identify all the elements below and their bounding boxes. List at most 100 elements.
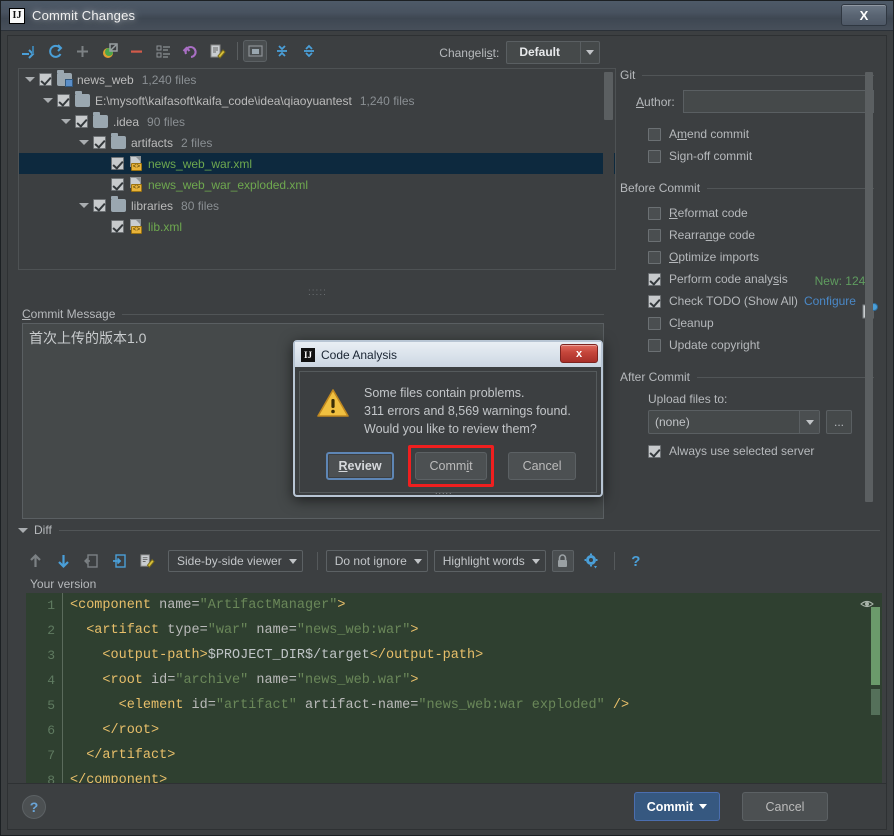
- expand-all-icon[interactable]: [270, 40, 294, 62]
- apply-right-icon[interactable]: [106, 549, 132, 573]
- table-row[interactable]: artifacts 2 files: [19, 132, 615, 153]
- table-row[interactable]: E:\mysoft\kaifasoft\kaifa_code\idea\qiao…: [19, 90, 615, 111]
- cancel-button[interactable]: Cancel: [742, 792, 828, 821]
- node-count: 80 files: [181, 198, 220, 213]
- table-row[interactable]: <> news_web_war.xml: [19, 153, 615, 174]
- next-difference-icon[interactable]: [50, 549, 76, 573]
- row-checkbox[interactable]: [93, 136, 106, 149]
- chevron-down-icon[interactable]: [799, 411, 819, 433]
- amend-commit-label: Amend commit: [669, 127, 750, 141]
- rollback-icon[interactable]: [178, 40, 202, 62]
- update-copyright-option[interactable]: Update copyright: [648, 334, 874, 356]
- amend-commit-option[interactable]: Amend commit: [648, 123, 874, 145]
- table-row[interactable]: <> news_web_war_exploded.xml: [19, 174, 615, 195]
- signoff-commit-option[interactable]: Sign-off commit: [648, 145, 874, 167]
- collapse-all-icon[interactable]: [297, 40, 321, 62]
- rearrange-code-option[interactable]: Rearrange code: [648, 224, 874, 246]
- edit-source-icon[interactable]: [134, 549, 160, 573]
- always-use-server-option[interactable]: Always use selected server: [648, 440, 874, 462]
- row-checkbox[interactable]: [75, 115, 88, 128]
- warning-icon: [316, 388, 350, 423]
- chevron-down-icon[interactable]: [23, 69, 37, 90]
- apply-left-icon[interactable]: [78, 549, 104, 573]
- changes-tree[interactable]: news_web 1,240 files E:\mysoft\kaifasoft…: [18, 68, 616, 270]
- always-use-server-checkbox[interactable]: [648, 444, 661, 458]
- modal-close-button[interactable]: x: [560, 344, 598, 363]
- code-line: <artifact type="war" name="news_web:war"…: [86, 623, 419, 638]
- code-scrollbar[interactable]: [871, 607, 880, 727]
- row-checkbox[interactable]: [57, 94, 70, 107]
- optimize-imports-checkbox[interactable]: [648, 250, 661, 264]
- question-icon[interactable]: ?: [623, 549, 649, 573]
- cleanup-option[interactable]: Cleanup: [648, 312, 874, 334]
- help-button[interactable]: ?: [22, 795, 46, 819]
- commit-button[interactable]: Commit: [634, 792, 720, 821]
- show-diff-icon[interactable]: [16, 40, 40, 62]
- chevron-down-icon[interactable]: [59, 111, 73, 132]
- row-checkbox[interactable]: [111, 157, 124, 170]
- options-scrollbar[interactable]: [864, 72, 874, 520]
- viewer-mode-dropdown[interactable]: Side-by-side viewer: [168, 550, 303, 572]
- code-line: <element id="artifact" artifact-name="ne…: [118, 698, 630, 713]
- tree-scrollbar[interactable]: [603, 70, 614, 269]
- row-checkbox[interactable]: [111, 220, 124, 233]
- window-close-button[interactable]: X: [841, 4, 887, 26]
- add-icon[interactable]: [70, 40, 94, 62]
- check-todo-option[interactable]: Check TODO (Show All) Configure: [648, 290, 874, 312]
- chevron-down-icon[interactable]: [18, 527, 28, 533]
- amend-commit-checkbox[interactable]: [648, 127, 661, 141]
- splitter-handle[interactable]: :::::: [308, 288, 332, 298]
- review-button[interactable]: Review: [326, 452, 395, 480]
- divider: [707, 187, 874, 189]
- refresh-icon[interactable]: [43, 40, 67, 62]
- reformat-code-option[interactable]: Reformat code: [648, 202, 874, 224]
- gear-icon[interactable]: [578, 549, 604, 573]
- window-title: Commit Changes: [32, 8, 136, 23]
- signoff-commit-checkbox[interactable]: [648, 149, 661, 163]
- chevron-down-icon[interactable]: [77, 132, 91, 153]
- upload-browse-button[interactable]: ...: [826, 410, 852, 434]
- table-row[interactable]: .idea 90 files: [19, 111, 615, 132]
- configure-link[interactable]: Configure: [804, 294, 856, 308]
- update-copyright-label: Update copyright: [669, 338, 760, 352]
- check-todo-checkbox[interactable]: [648, 294, 661, 308]
- check-todo-label: Check TODO (Show All): [669, 294, 798, 308]
- table-row[interactable]: news_web 1,240 files: [19, 69, 615, 90]
- row-checkbox[interactable]: [111, 178, 124, 191]
- author-field[interactable]: [682, 90, 874, 113]
- chevron-down-icon[interactable]: [77, 195, 91, 216]
- perform-code-analysis-checkbox[interactable]: [648, 272, 661, 286]
- upload-server-dropdown[interactable]: (none): [648, 410, 820, 434]
- lock-icon[interactable]: [551, 550, 574, 572]
- chevron-down-icon[interactable]: [41, 90, 55, 111]
- reformat-code-checkbox[interactable]: [648, 206, 661, 220]
- whitespace-mode-dropdown[interactable]: Do not ignore: [325, 550, 428, 572]
- row-checkbox[interactable]: [93, 199, 106, 212]
- edit-source-icon[interactable]: [205, 40, 229, 62]
- previous-difference-icon[interactable]: [22, 549, 48, 573]
- optimize-imports-option[interactable]: Optimize imports: [648, 246, 874, 268]
- diff-code-editor[interactable]: 1 2 3 4 5 6 7 8 <component name="Artifac…: [26, 593, 882, 805]
- commit-message-text: 首次上传的版本1.0: [29, 330, 147, 346]
- table-row[interactable]: libraries 80 files: [19, 195, 615, 216]
- highlight-mode-dropdown[interactable]: Highlight words: [433, 550, 546, 572]
- folder-icon: [111, 196, 126, 212]
- new-changelist-icon[interactable]: [151, 40, 175, 62]
- move-to-changelist-icon[interactable]: [97, 40, 121, 62]
- divider: [122, 313, 604, 315]
- modal-resize-grip[interactable]: .....: [435, 486, 453, 496]
- row-checkbox[interactable]: [39, 73, 52, 86]
- perform-code-analysis-option[interactable]: Perform code analysis: [648, 268, 874, 290]
- group-by-directory-icon[interactable]: [243, 40, 267, 62]
- diff-section-header[interactable]: Diff: [18, 523, 880, 537]
- cleanup-checkbox[interactable]: [648, 316, 661, 330]
- rearrange-code-checkbox[interactable]: [648, 228, 661, 242]
- update-copyright-checkbox[interactable]: [648, 338, 661, 352]
- window-title-bar: IJ Commit Changes X: [1, 1, 893, 31]
- delete-icon[interactable]: [124, 40, 148, 62]
- table-row[interactable]: <> lib.xml: [19, 216, 615, 237]
- changelist-dropdown[interactable]: Default: [506, 41, 600, 64]
- modal-cancel-button[interactable]: Cancel: [508, 452, 576, 480]
- modal-commit-button[interactable]: Comm i t: [415, 452, 488, 480]
- git-section-header: Git: [620, 68, 874, 82]
